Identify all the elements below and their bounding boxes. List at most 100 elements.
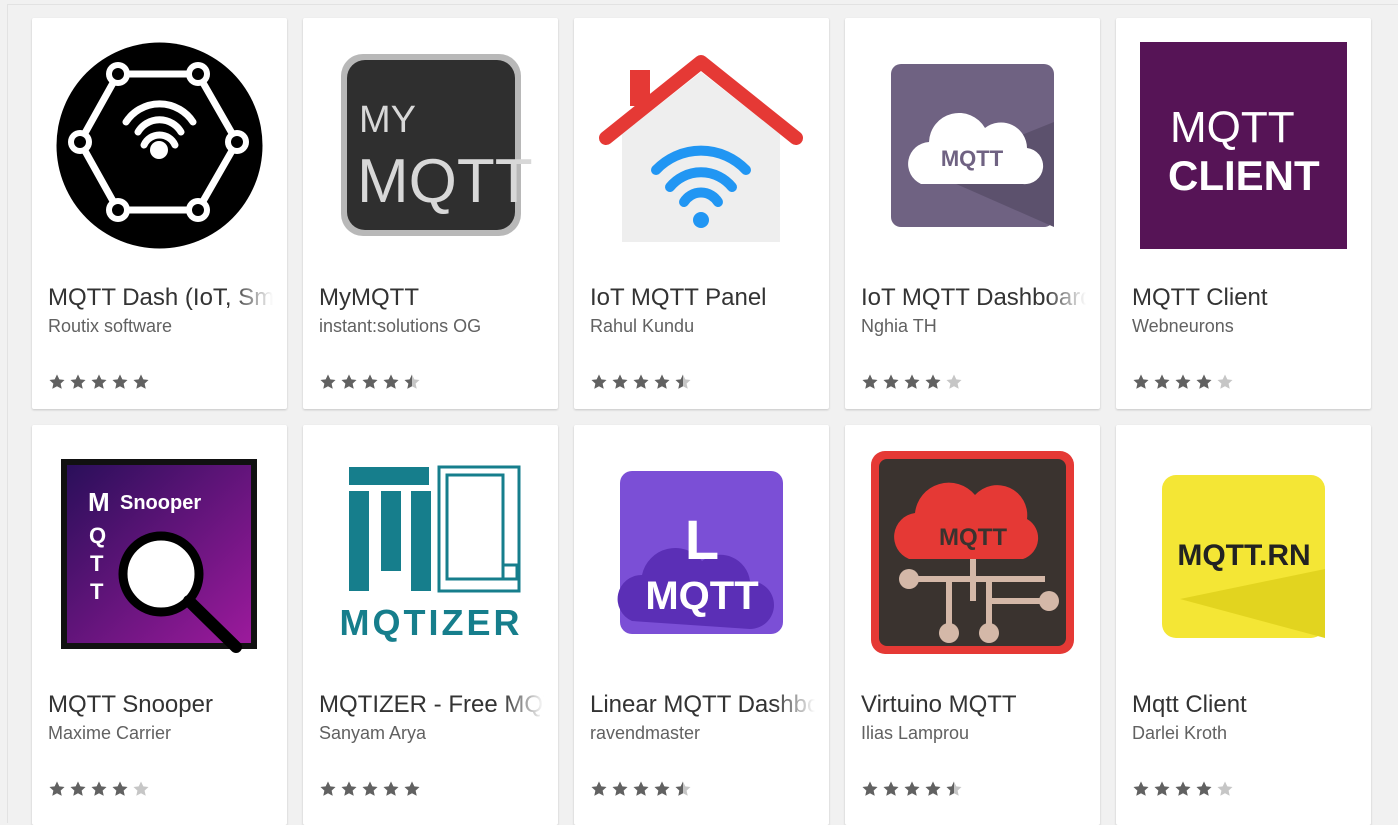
app-title[interactable]: MQTIZER - Free MQTT Client — [319, 691, 544, 719]
star-full-icon — [1154, 374, 1170, 389]
star-full-icon — [362, 374, 378, 389]
star-rating — [319, 373, 421, 393]
icon-text-t2: T — [90, 579, 104, 604]
app-title[interactable]: IoT MQTT Panel — [590, 284, 815, 312]
app-developer[interactable]: Maxime Carrier — [48, 723, 273, 744]
star-full-icon — [49, 374, 65, 389]
app-title[interactable]: Linear MQTT Dashboard — [590, 691, 815, 719]
app-title[interactable]: Virtuino MQTT — [861, 691, 1086, 719]
app-developer[interactable]: Sanyam Arya — [319, 723, 544, 744]
app-title[interactable]: MQTT Dash (IoT, Smart Home) — [48, 284, 273, 312]
star-full-icon — [925, 781, 941, 796]
star-full-icon — [49, 781, 65, 796]
icon-text-l: L — [685, 508, 719, 571]
star-full-icon — [404, 781, 420, 796]
app-title[interactable]: MQTT Snooper — [48, 691, 273, 719]
star-rating — [1132, 780, 1234, 800]
star-full-icon — [112, 374, 128, 389]
star-full-icon — [383, 781, 399, 796]
star-full-icon — [883, 374, 899, 389]
star-full-icon — [133, 374, 149, 389]
star-full-icon — [1133, 374, 1149, 389]
star-full-icon — [70, 374, 86, 389]
app-developer[interactable]: ravendmaster — [590, 723, 815, 744]
icon-text-my: MY — [359, 99, 416, 141]
icon-text-mqtt: MQTT — [645, 574, 758, 618]
app-developer[interactable]: instant:solutions OG — [319, 316, 544, 337]
app-card[interactable]: IoT MQTT Panel Rahul Kundu — [574, 18, 829, 409]
star-full-icon — [654, 374, 670, 389]
star-full-icon — [633, 374, 649, 389]
app-developer[interactable]: Routix software — [48, 316, 273, 337]
app-card[interactable]: L MQTT Linear MQTT Dashboard ravendmaste… — [574, 425, 829, 825]
icon-text-q: Q — [89, 523, 106, 548]
app-developer[interactable]: Nghia TH — [861, 316, 1086, 337]
app-card[interactable]: M Snooper Q T T MQTT Snooper Maxime Carr… — [32, 425, 287, 825]
star-full-icon — [341, 374, 357, 389]
app-developer[interactable]: Ilias Lamprou — [861, 723, 1086, 744]
app-title[interactable]: IoT MQTT Dashboard — [861, 284, 1086, 312]
star-full-icon — [70, 781, 86, 796]
icon-text-mqtt: MQTT — [1170, 103, 1295, 152]
icon-text-mqtt: MQTT — [941, 146, 1004, 171]
icon-text-mqtt-rn: MQTT.RN — [1177, 539, 1310, 572]
icon-text-mqtizer: MQTIZER — [340, 602, 523, 643]
star-half-icon — [404, 374, 420, 389]
icon-text-mqtt: MQTT — [939, 524, 1007, 551]
star-empty-icon — [1217, 374, 1233, 389]
app-developer[interactable]: Darlei Kroth — [1132, 723, 1357, 744]
app-title[interactable]: MyMQTT — [319, 284, 544, 312]
icon-text-client: CLIENT — [1168, 152, 1320, 199]
icon-text-m: M — [88, 487, 110, 517]
app-title[interactable]: Mqtt Client — [1132, 691, 1357, 719]
star-full-icon — [591, 781, 607, 796]
star-full-icon — [925, 374, 941, 389]
star-rating — [861, 780, 963, 800]
house-wifi-icon — [598, 42, 805, 249]
star-full-icon — [1175, 781, 1191, 796]
star-rating — [1132, 373, 1234, 393]
star-full-icon — [862, 374, 878, 389]
app-card[interactable]: MQTT CLIENT MQTT Client Webneurons — [1116, 18, 1371, 409]
star-full-icon — [362, 781, 378, 796]
star-rating — [319, 780, 421, 800]
mqtizer-logo-icon: MQTIZER — [327, 449, 534, 656]
cloud-mqtt-icon: MQTT — [869, 42, 1076, 249]
star-full-icon — [320, 781, 336, 796]
app-card[interactable]: MQTIZER MQTIZER - Free MQTT Client Sanya… — [303, 425, 558, 825]
star-full-icon — [904, 374, 920, 389]
star-full-icon — [1196, 781, 1212, 796]
app-title[interactable]: MQTT Client — [1132, 284, 1357, 312]
star-rating — [48, 780, 150, 800]
star-empty-icon — [946, 374, 962, 389]
app-card[interactable]: MQTT IoT MQTT Dashboard Nghia TH — [845, 18, 1100, 409]
star-full-icon — [341, 781, 357, 796]
icon-text-t1: T — [90, 551, 104, 576]
hexagon-antenna-icon — [56, 42, 263, 249]
star-full-icon — [612, 781, 628, 796]
star-full-icon — [591, 374, 607, 389]
star-half-icon — [675, 374, 691, 389]
star-empty-icon — [1217, 781, 1233, 796]
app-grid: MQTT Dash (IoT, Smart Home) Routix softw… — [7, 4, 1398, 825]
icon-text-mqtt: MQTT — [357, 147, 533, 216]
star-full-icon — [320, 374, 336, 389]
app-card[interactable]: MQTT Virtuino MQTT Ilias Lamprou — [845, 425, 1100, 825]
star-full-icon — [1154, 781, 1170, 796]
star-rating — [48, 373, 150, 393]
app-card[interactable]: MQTT.RN Mqtt Client Darlei Kroth — [1116, 425, 1371, 825]
star-full-icon — [612, 374, 628, 389]
app-card[interactable]: MQTT Dash (IoT, Smart Home) Routix softw… — [32, 18, 287, 409]
star-full-icon — [1133, 781, 1149, 796]
icon-text-snooper: Snooper — [120, 492, 201, 514]
app-developer[interactable]: Rahul Kundu — [590, 316, 815, 337]
star-rating — [590, 780, 692, 800]
star-full-icon — [383, 374, 399, 389]
mqtt-client-text-icon: MQTT CLIENT — [1140, 42, 1347, 249]
star-full-icon — [654, 781, 670, 796]
mymqtt-text-icon: MY MQTT — [327, 42, 534, 249]
star-full-icon — [633, 781, 649, 796]
app-card[interactable]: MY MQTT MyMQTT instant:solutions OG — [303, 18, 558, 409]
app-developer[interactable]: Webneurons — [1132, 316, 1357, 337]
star-half-icon — [946, 781, 962, 796]
